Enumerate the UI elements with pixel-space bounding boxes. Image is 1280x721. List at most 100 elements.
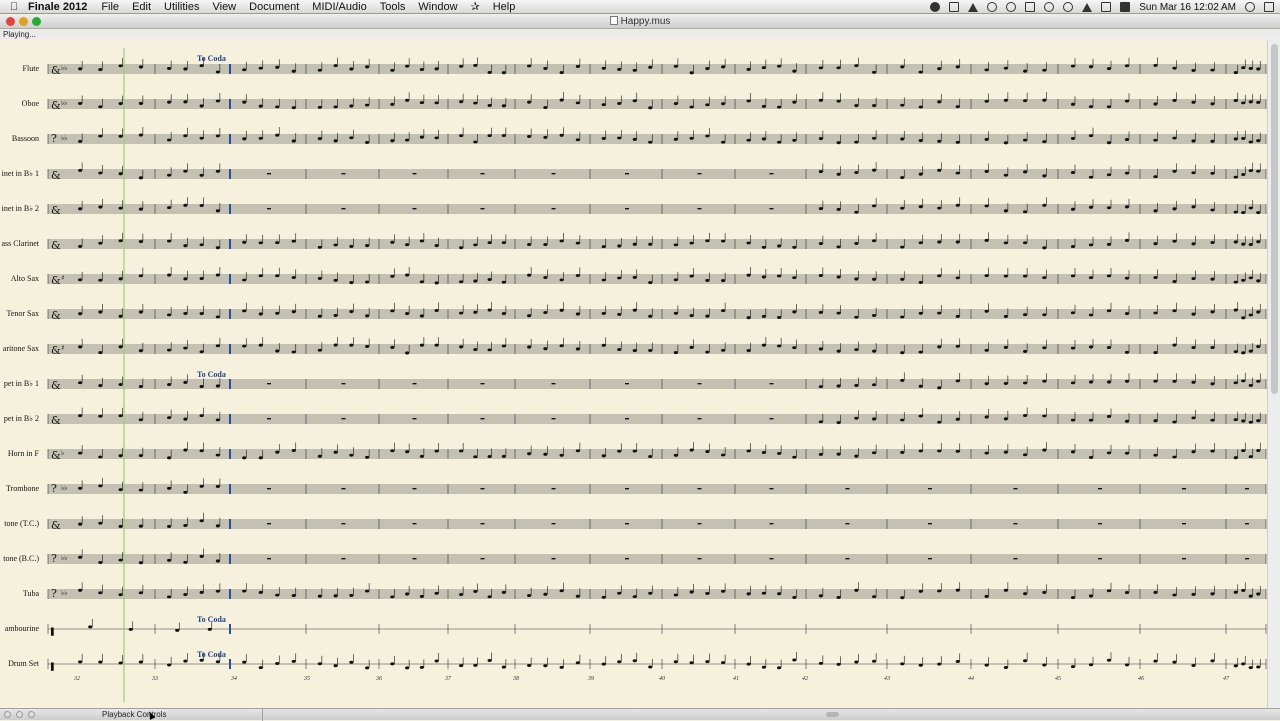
note-head xyxy=(673,64,678,68)
notification-center-icon[interactable] xyxy=(1264,2,1274,12)
staff-label[interactable]: Alto Sax xyxy=(0,274,39,283)
note-head xyxy=(1210,68,1215,72)
menu-script-icon[interactable]: ✰ xyxy=(471,0,480,13)
note-head xyxy=(918,281,923,285)
menubar-clock[interactable]: Sun Mar 16 12:02 AM xyxy=(1139,2,1236,13)
note-head xyxy=(138,660,143,664)
playback-minimize-button[interactable] xyxy=(16,711,23,718)
note-head xyxy=(118,314,123,318)
staff-label[interactable]: Tuba xyxy=(0,589,39,598)
note-head xyxy=(1153,590,1158,594)
note-head xyxy=(1023,659,1028,663)
lock-status-icon[interactable] xyxy=(949,2,960,12)
bluetooth-status-icon[interactable] xyxy=(1044,2,1055,12)
score-canvas[interactable]: & ♭♭& ♭♭? ♭♭&&&& ♯&& ♯&&& ♭? ♭♭&? ♭♭? ♭♭▌▌ xyxy=(0,40,1267,708)
note-head xyxy=(955,105,960,109)
vertical-scroll-thumb[interactable] xyxy=(1271,44,1278,394)
whole-rest xyxy=(697,523,702,525)
staff-label[interactable]: Flute xyxy=(0,64,39,73)
menu-midi-audio[interactable]: MIDI/Audio xyxy=(312,1,366,13)
clef-glyph: & xyxy=(51,239,61,252)
whole-rest xyxy=(769,488,774,490)
note-head xyxy=(1241,419,1246,423)
staff-label[interactable]: tone (B.C.) xyxy=(0,554,39,563)
staff-label[interactable]: Trombone xyxy=(0,484,39,493)
menu-file[interactable]: File xyxy=(101,1,119,13)
apple-menu-icon[interactable]:  xyxy=(0,1,28,13)
score-view[interactable]: & ♭♭ & ♭♭? ♭♭ & & & & ♯ & & ♯ & & & ♭? ♭♭ &? ♭♭? ♭♭ ▌ ▌ Flute O… xyxy=(0,40,1267,708)
volume-status-icon[interactable] xyxy=(1101,2,1112,12)
note-head xyxy=(501,71,506,75)
timemachine-status-icon[interactable] xyxy=(1025,2,1036,12)
battery-status-icon[interactable] xyxy=(1120,2,1131,12)
note-head xyxy=(872,204,877,208)
note-head xyxy=(199,519,204,523)
note-head xyxy=(937,449,942,453)
menu-document[interactable]: Document xyxy=(249,1,299,13)
staff-label[interactable]: pet in B♭ 1 xyxy=(0,379,39,388)
note-head xyxy=(317,594,322,598)
menu-tools[interactable]: Tools xyxy=(380,1,406,13)
note-head xyxy=(1153,102,1158,106)
note-head xyxy=(118,524,123,528)
staff-label[interactable]: ambourine xyxy=(0,624,39,633)
note-head xyxy=(405,64,410,68)
window-titlebar[interactable]: Happy.mus xyxy=(0,15,1280,29)
globe-status-icon[interactable] xyxy=(1006,2,1017,12)
sync-status-icon[interactable] xyxy=(987,2,998,12)
staff-label-text: Trombone xyxy=(5,484,39,493)
staff-label[interactable]: Oboe xyxy=(0,99,39,108)
app-menu[interactable]: Finale 2012 xyxy=(28,1,87,13)
note-head xyxy=(601,103,606,107)
note-head xyxy=(405,138,410,142)
note-head xyxy=(632,659,637,663)
note-head xyxy=(1088,456,1094,460)
note-head xyxy=(1106,589,1112,593)
staff-label[interactable]: Horn in F xyxy=(0,449,39,458)
clef-glyph: ▌ xyxy=(50,662,56,671)
menu-help[interactable]: Help xyxy=(493,1,516,13)
staff-label[interactable]: inet in B♭ 1 xyxy=(0,169,39,178)
playback-close-button[interactable] xyxy=(4,711,11,718)
menu-view[interactable]: View xyxy=(212,1,236,13)
note-head xyxy=(434,343,439,347)
note-head xyxy=(1248,349,1253,353)
menu-utilities[interactable]: Utilities xyxy=(164,1,199,13)
whole-rest xyxy=(412,558,417,560)
vertical-scrollbar[interactable] xyxy=(1267,40,1280,708)
menu-window[interactable]: Window xyxy=(418,1,457,13)
horizontal-scroll-thumb[interactable] xyxy=(826,712,839,717)
note-head xyxy=(559,133,564,137)
whole-rest xyxy=(267,383,271,385)
note-head xyxy=(918,241,923,245)
note-head xyxy=(1172,136,1177,140)
staff-label[interactable]: Tenor Sax xyxy=(0,309,39,318)
staff-label[interactable]: ass Clarinet xyxy=(0,239,39,248)
note-head xyxy=(487,658,492,662)
dropbox-status-icon[interactable] xyxy=(968,2,979,12)
staff-label[interactable]: Drum Set xyxy=(0,659,39,668)
note-head xyxy=(501,241,506,245)
staff-label[interactable]: Bassoon xyxy=(0,134,39,143)
note-head xyxy=(705,350,710,354)
staff-label[interactable]: inet in B♭ 2 xyxy=(0,204,39,213)
menu-edit[interactable]: Edit xyxy=(132,1,151,13)
staff-label[interactable]: aritone Sax xyxy=(0,344,39,353)
whole-rest xyxy=(845,523,850,525)
playback-zoom-button[interactable] xyxy=(28,711,35,718)
whole-rest xyxy=(625,208,629,210)
note-head xyxy=(1042,98,1047,102)
note-head xyxy=(1042,590,1047,594)
eject-status-icon[interactable] xyxy=(1082,2,1093,12)
staff-label[interactable]: pet in B♭ 2 xyxy=(0,414,39,423)
spotlight-search-icon[interactable] xyxy=(1245,2,1255,12)
note-head xyxy=(487,595,492,599)
staff-label[interactable]: tone (T.C.) xyxy=(0,519,39,528)
note-head xyxy=(1088,418,1094,422)
record-status-icon[interactable] xyxy=(930,2,941,12)
whole-rest xyxy=(267,208,271,210)
wifi-status-icon[interactable] xyxy=(1063,2,1074,12)
note-head xyxy=(78,102,83,106)
playback-controls-title[interactable]: Playback Controls xyxy=(102,710,166,719)
clef-glyph: ? xyxy=(51,587,57,600)
